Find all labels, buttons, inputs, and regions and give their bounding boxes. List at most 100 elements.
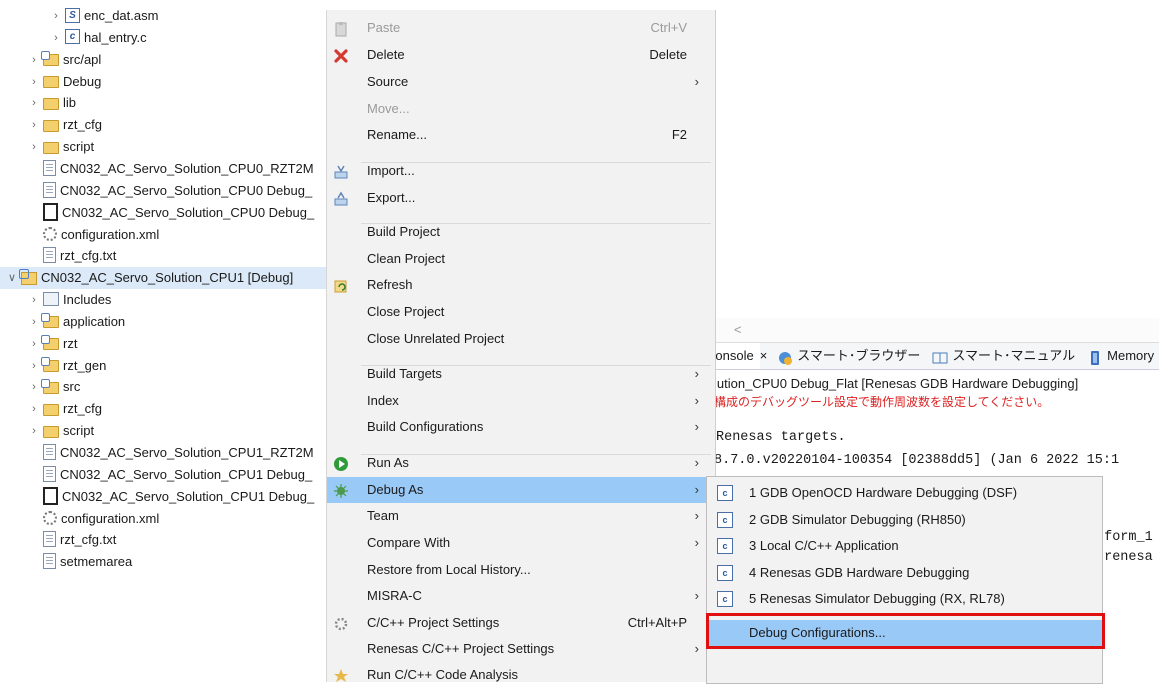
menu-item-misra-c[interactable]: MISRA-C ›: [327, 583, 715, 609]
tab-memory[interactable]: Memory: [1081, 343, 1159, 369]
console-scroll-bar[interactable]: <: [700, 318, 1159, 343]
expand-chevron-icon[interactable]: ›: [28, 92, 40, 114]
expand-chevron-icon[interactable]: ›: [28, 376, 40, 398]
menu-item-build-configurations[interactable]: Build Configurations ›: [327, 414, 715, 440]
tree-item[interactable]: › script: [0, 136, 94, 158]
menu-item-label: 5 Renesas Simulator Debugging (RX, RL78): [749, 591, 1005, 606]
expand-chevron-icon[interactable]: ›: [28, 71, 40, 93]
menu-item-run-c-c++-code-analysis[interactable]: Run C/C++ Code Analysis: [327, 662, 715, 682]
tab-smart-manual[interactable]: スマート･マニュアル: [926, 343, 1081, 369]
menu-item-source[interactable]: Source ›: [327, 69, 715, 95]
tree-item[interactable]: › rzt: [0, 333, 77, 355]
tree-item[interactable]: › rzt_gen: [0, 355, 106, 377]
tree-item-label: CN032_AC_Servo_Solution_CPU0 Debug_: [62, 204, 315, 220]
tree-item-label: setmemarea: [60, 554, 133, 570]
menu-item-index[interactable]: Index ›: [327, 388, 715, 414]
folder-icon: [43, 141, 59, 154]
tree-item-label: rzt_cfg.txt: [60, 532, 117, 548]
expand-chevron-icon[interactable]: ›: [28, 49, 40, 71]
expand-chevron-icon[interactable]: ›: [28, 136, 40, 158]
tree-item[interactable]: › Senc_dat.asm: [0, 5, 158, 27]
expand-chevron-icon[interactable]: ›: [28, 289, 40, 311]
menu-item-restore-from-local-history[interactable]: Restore from Local History...: [327, 557, 715, 583]
tree-item[interactable]: › src: [0, 376, 80, 398]
expand-chevron-icon[interactable]: ›: [50, 5, 62, 27]
project-node-selected[interactable]: ∨ CN032_AC_Servo_Solution_CPU1 [Debug]: [0, 267, 330, 290]
tree-item[interactable]: › Includes: [0, 289, 111, 311]
tree-item[interactable]: CN032_AC_Servo_Solution_CPU0 Debug_: [0, 202, 314, 224]
menu-item-refresh[interactable]: Refresh: [327, 272, 715, 298]
folder-icon: [43, 425, 59, 438]
tree-item[interactable]: › rzt_cfg: [0, 398, 102, 420]
menu-item-label: Export...: [367, 190, 416, 205]
launch-config-item[interactable]: c 3 Local C/C++ Application: [707, 533, 1102, 559]
expand-chevron-icon[interactable]: ›: [28, 333, 40, 355]
analysis-icon: [333, 667, 349, 682]
expand-chevron-icon[interactable]: ›: [28, 355, 40, 377]
tree-item[interactable]: CN032_AC_Servo_Solution_CPU1_RZT2M: [0, 442, 314, 464]
menu-item-compare-with[interactable]: Compare With ›: [327, 530, 715, 556]
scroll-left-arrow[interactable]: <: [734, 322, 742, 337]
launch-config-item[interactable]: c 2 GDB Simulator Debugging (RH850): [707, 507, 1102, 533]
menu-item-close-unrelated-project[interactable]: Close Unrelated Project: [327, 326, 715, 352]
launch-config-item[interactable]: c 1 GDB OpenOCD Hardware Debugging (DSF): [707, 480, 1102, 506]
tree-item[interactable]: CN032_AC_Servo_Solution_CPU0 Debug_: [0, 180, 312, 202]
menu-item-move[interactable]: Move...: [327, 96, 715, 122]
tab-smart-browser[interactable]: スマート･ブラウザー: [771, 343, 926, 369]
tree-item-label: enc_dat.asm: [84, 8, 159, 23]
tree-item[interactable]: setmemarea: [0, 551, 132, 573]
launch-config-item[interactable]: c 5 Renesas Simulator Debugging (RX, RL78…: [707, 586, 1102, 612]
menu-item-clean-project[interactable]: Clean Project: [327, 246, 715, 272]
menu-item-run-as[interactable]: Run As ›: [327, 450, 715, 476]
tree-item[interactable]: › src/apl: [0, 49, 101, 71]
menu-item-label: Close Project: [367, 304, 445, 319]
expand-chevron-icon[interactable]: ›: [28, 114, 40, 136]
submenu-arrow-icon: ›: [694, 455, 699, 470]
import-icon: [333, 163, 349, 179]
tree-item[interactable]: › rzt_cfg: [0, 114, 102, 136]
menu-item-c-c++-project-settings[interactable]: C/C++ Project Settings Ctrl+Alt+P: [327, 610, 715, 636]
menu-item-rename[interactable]: Rename... F2: [327, 122, 715, 148]
menu-item-build-project[interactable]: Build Project: [327, 219, 715, 245]
tree-item[interactable]: › c hal_entry.c: [0, 27, 147, 49]
tree-item-label: configuration.xml: [61, 226, 160, 242]
menu-item-team[interactable]: Team ›: [327, 503, 715, 529]
menu-item-build-targets[interactable]: Build Targets ›: [327, 361, 715, 387]
tree-item[interactable]: CN032_AC_Servo_Solution_CPU1 Debug_: [0, 464, 312, 486]
menu-item-label: Index: [367, 393, 399, 408]
submenu-arrow-icon: ›: [694, 535, 699, 550]
menu-item-paste[interactable]: Paste Ctrl+V: [327, 15, 715, 41]
tree-item[interactable]: › lib: [0, 92, 76, 114]
tree-item[interactable]: rzt_cfg.txt: [0, 529, 116, 551]
expand-chevron-icon[interactable]: ›: [28, 398, 40, 420]
tree-item[interactable]: › script: [0, 420, 94, 442]
menu-item-export[interactable]: Export...: [327, 185, 715, 211]
menu-accelerator: Ctrl+Alt+P: [627, 615, 687, 630]
tree-item[interactable]: configuration.xml: [0, 224, 159, 246]
project-explorer-tree: › Senc_dat.asm › c hal_entry.c › src/apl › Debug…: [0, 0, 330, 682]
menu-item-debug-as[interactable]: Debug As ›: [327, 477, 715, 503]
launch-file-icon: [43, 202, 58, 221]
file-icon: [43, 531, 56, 548]
launch-config-item[interactable]: c 4 Renesas GDB Hardware Debugging: [707, 560, 1102, 586]
tree-item[interactable]: CN032_AC_Servo_Solution_CPU0_RZT2M: [0, 158, 314, 180]
tree-item[interactable]: CN032_AC_Servo_Solution_CPU1 Debug_: [0, 486, 314, 508]
c-launch-icon: c: [717, 485, 733, 501]
submenu-arrow-icon: ›: [694, 641, 699, 656]
expand-chevron-icon[interactable]: ›: [28, 420, 40, 442]
tree-item[interactable]: › Debug: [0, 71, 101, 93]
menu-item-import[interactable]: Import...: [327, 158, 715, 184]
menu-item-delete[interactable]: Delete Delete: [327, 42, 715, 68]
tree-item-label: application: [63, 313, 126, 329]
expand-chevron-icon[interactable]: ›: [28, 311, 40, 333]
menu-item-close-project[interactable]: Close Project: [327, 299, 715, 325]
tree-item[interactable]: rzt_cfg.txt: [0, 245, 116, 267]
menu-item-renesas-c-c++-project-settings[interactable]: Renesas C/C++ Project Settings ›: [327, 636, 715, 662]
menu-accelerator: F2: [671, 127, 687, 142]
expand-chevron-icon[interactable]: ›: [50, 27, 62, 49]
tree-item[interactable]: › application: [0, 311, 125, 333]
tree-item[interactable]: configuration.xml: [0, 508, 159, 530]
collapse-chevron-icon[interactable]: ∨: [6, 267, 18, 289]
src-file-icon: c: [65, 29, 80, 45]
tab-close-button[interactable]: ×: [760, 343, 772, 369]
